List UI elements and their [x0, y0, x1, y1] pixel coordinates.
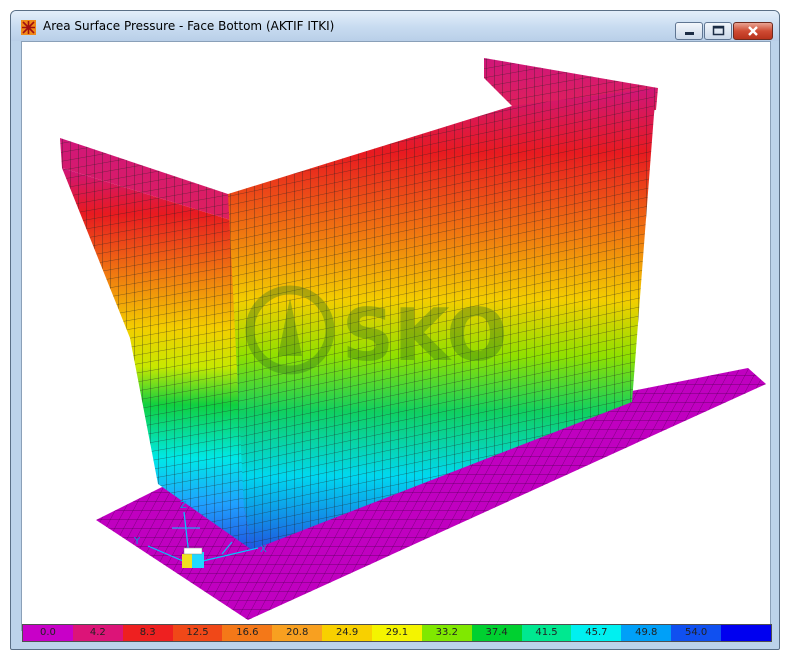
legend-segment [721, 625, 771, 641]
legend-label: 29.1 [385, 627, 409, 638]
legend-segment: 33.2 [421, 625, 472, 641]
axis-label-x: X [260, 544, 267, 555]
legend-segment: 45.7 [571, 625, 622, 641]
legend-label: 45.7 [585, 627, 608, 638]
legend-label: 12.5 [186, 627, 209, 638]
pressure-contour-view[interactable]: SKO Z Y X [22, 42, 770, 630]
axis-label-y: Y [133, 536, 141, 547]
legend-segment: 12.5 [172, 625, 223, 641]
legend-label: 54.0 [684, 627, 708, 638]
legend-label: 8.3 [139, 627, 156, 638]
legend-segment: 54.0 [671, 625, 722, 641]
legend-label: 37.4 [485, 627, 508, 638]
legend-label: 0.0 [39, 627, 56, 638]
contour-legend-bar: 0.0 4.2 8.3 12.5 16.6 20.8 24.9 29.1 33.2 37.4 41.… [22, 624, 772, 642]
legend-label: 16.6 [236, 627, 259, 638]
legend-label: 49.8 [635, 627, 658, 638]
legend-segment: 20.8 [272, 625, 323, 641]
legend-segment: 4.2 [72, 625, 123, 641]
close-button[interactable] [733, 22, 773, 40]
axis-label-z: Z [180, 500, 187, 511]
legend-segment: 29.1 [372, 625, 422, 641]
legend-segment: 41.5 [521, 625, 572, 641]
legend-label: 24.9 [335, 627, 359, 638]
close-icon [748, 26, 758, 36]
legend-label: 33.2 [435, 627, 458, 638]
app-window: Area Surface Pressure - Face Bottom (AKT… [10, 10, 780, 650]
legend-segment: 0.0 [23, 625, 73, 641]
watermark-text: SKO [342, 293, 508, 377]
legend-segment: 16.6 [222, 625, 273, 641]
model-viewport[interactable]: SKO Z Y X [21, 41, 771, 631]
legend-label: 4.2 [89, 627, 106, 638]
legend-segment: 49.8 [621, 625, 672, 641]
minimize-icon [685, 32, 694, 35]
legend-label: 20.8 [286, 627, 309, 638]
legend-segment: 24.9 [322, 625, 373, 641]
legend-label: 41.5 [535, 627, 558, 638]
title-bar[interactable]: Area Surface Pressure - Face Bottom (AKT… [11, 11, 779, 41]
maximize-button[interactable] [704, 22, 732, 40]
maximize-icon [712, 25, 725, 36]
window-title: Area Surface Pressure - Face Bottom (AKT… [43, 19, 335, 33]
legend-segment: 37.4 [471, 625, 522, 641]
sap-app-icon [21, 20, 36, 35]
legend-segment: 8.3 [122, 625, 173, 641]
minimize-button[interactable] [675, 22, 703, 40]
